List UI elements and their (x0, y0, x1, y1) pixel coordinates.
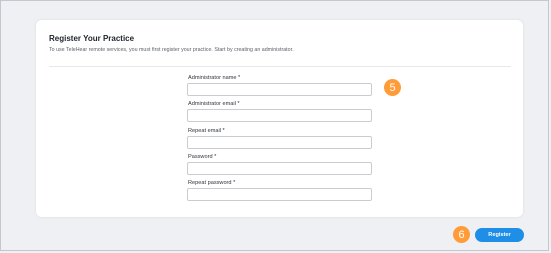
repeat-email-input[interactable] (187, 136, 372, 149)
password-input[interactable] (187, 162, 372, 175)
administrator-name-input[interactable] (187, 83, 372, 96)
step-6-badge: 6 (453, 226, 470, 243)
administrator-name-label: Administrator name * (188, 75, 241, 81)
page-title: Register Your Practice (49, 34, 135, 43)
repeat-password-label: Repeat password * (188, 180, 236, 186)
password-label: Password * (188, 154, 217, 160)
step-5-badge: 5 (384, 79, 401, 96)
repeat-email-label: Repeat email * (188, 128, 225, 134)
page-subtitle: To use TeleHear remote services, you mus… (49, 47, 294, 53)
register-card: Register Your Practice To use TeleHear r… (36, 20, 523, 217)
divider (49, 66, 511, 67)
register-button[interactable]: Register (475, 228, 524, 242)
administrator-email-input[interactable] (187, 109, 372, 122)
administrator-email-label: Administrator email * (188, 101, 240, 107)
repeat-password-input[interactable] (187, 188, 372, 201)
